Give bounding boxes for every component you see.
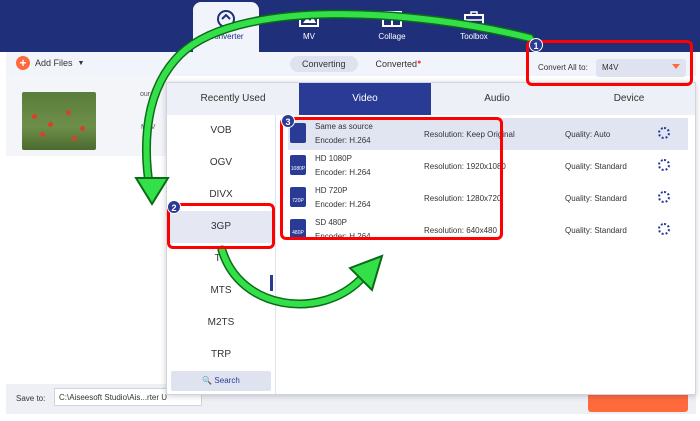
- step-badge-3: 3: [281, 114, 295, 128]
- highlight-presets: [280, 117, 503, 240]
- step-badge-2: 2: [167, 200, 181, 214]
- highlight-3gp: [167, 203, 275, 249]
- step-badge-1: 1: [529, 38, 543, 52]
- highlight-convert-all: [526, 40, 693, 86]
